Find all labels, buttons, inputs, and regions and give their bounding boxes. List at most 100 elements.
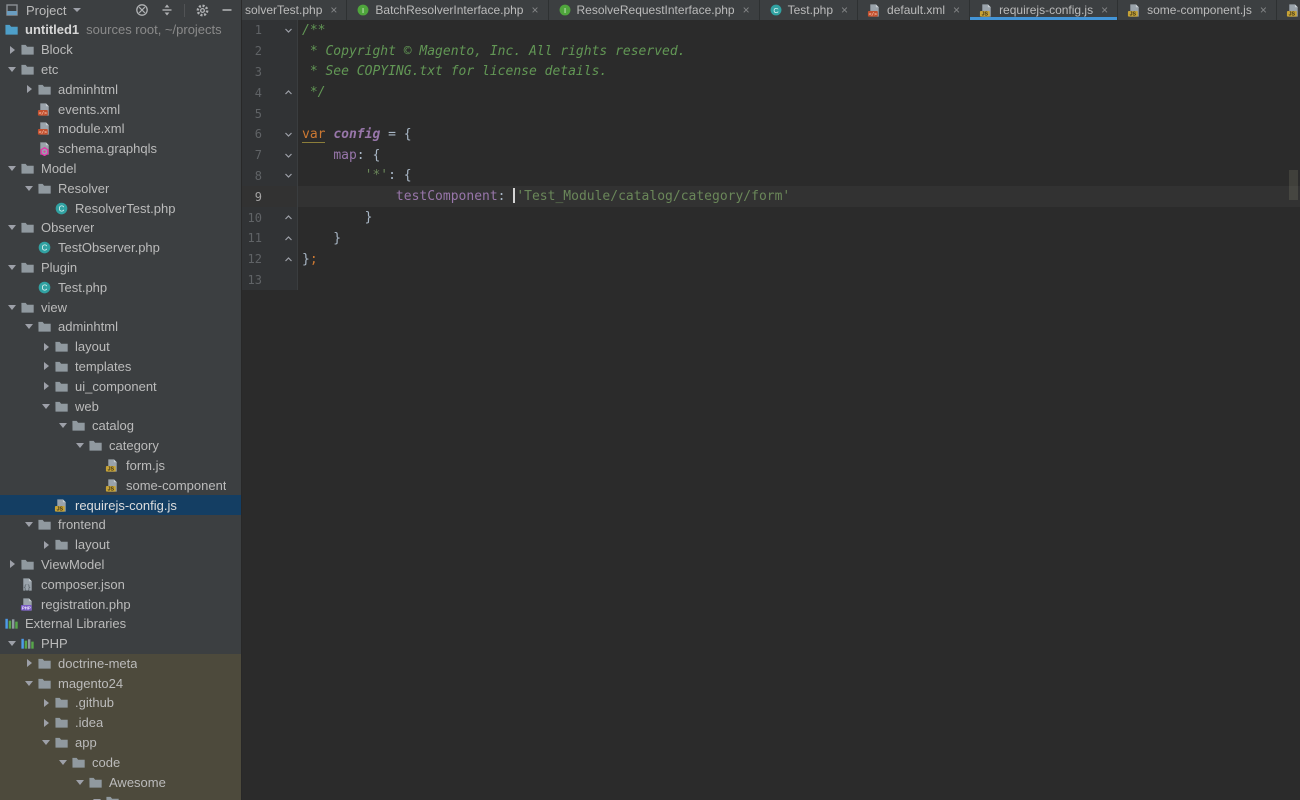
- chevron-expanded-icon[interactable]: [74, 443, 86, 448]
- code-line-10[interactable]: 10 }: [242, 207, 1300, 228]
- code-line-6[interactable]: 6var config = {: [242, 124, 1300, 145]
- tree-item-ui-component[interactable]: ui_component: [0, 376, 241, 396]
- locate-icon[interactable]: [134, 2, 150, 18]
- code-line-9[interactable]: 9 testComponent: 'Test_Module/catalog/ca…: [242, 186, 1300, 207]
- tree-item-form-js[interactable]: JSform.js: [0, 456, 241, 476]
- code-line-12[interactable]: 12};: [242, 249, 1300, 270]
- tree-item-schema-graphqls[interactable]: schema.graphqls: [0, 139, 241, 159]
- fold-close-icon[interactable]: [262, 207, 298, 228]
- tree-item-resolver[interactable]: Resolver: [0, 178, 241, 198]
- editor-tab-default-xml[interactable]: </>default.xml×: [858, 0, 970, 20]
- fold-close-icon[interactable]: [262, 249, 298, 270]
- chevron-expanded-icon[interactable]: [6, 225, 18, 230]
- chevron-expanded-icon[interactable]: [23, 522, 35, 527]
- chevron-expanded-icon[interactable]: [23, 324, 35, 329]
- project-panel-title[interactable]: Project: [26, 3, 66, 18]
- editor[interactable]: 1/**2 * Copyright © Magento, Inc. All ri…: [242, 20, 1300, 800]
- tree-item-adminhtml[interactable]: adminhtml: [0, 79, 241, 99]
- close-icon[interactable]: ×: [743, 4, 750, 16]
- code-line-1[interactable]: 1/**: [242, 20, 1300, 41]
- chevron-expanded-icon[interactable]: [6, 166, 18, 171]
- editor-tab-test-php[interactable]: CTest.php×: [760, 0, 858, 20]
- tree-item-test-php[interactable]: CTest.php: [0, 277, 241, 297]
- tree-item-view[interactable]: view: [0, 297, 241, 317]
- tree-item-composer-json[interactable]: {}composer.json: [0, 574, 241, 594]
- tree-item-code[interactable]: code: [0, 752, 241, 772]
- tree-item-viewmodel[interactable]: ViewModel: [0, 555, 241, 575]
- settings-gear-icon[interactable]: [194, 2, 210, 18]
- code-line-3[interactable]: 3 * See COPYING.txt for license details.: [242, 62, 1300, 83]
- tree-item-plugin[interactable]: Plugin: [0, 258, 241, 278]
- tree-item-block[interactable]: Block: [0, 40, 241, 60]
- code-line-2[interactable]: 2 * Copyright © Magento, Inc. All rights…: [242, 41, 1300, 62]
- code-line-5[interactable]: 5: [242, 103, 1300, 124]
- tree-item-magento24[interactable]: magento24: [0, 673, 241, 693]
- chevron-collapsed-icon[interactable]: [40, 382, 52, 390]
- chevron-collapsed-icon[interactable]: [40, 541, 52, 549]
- collapse-all-icon[interactable]: [159, 2, 175, 18]
- chevron-collapsed-icon[interactable]: [23, 659, 35, 667]
- editor-tab-some-component-js[interactable]: JSsome-component.js×: [1118, 0, 1277, 20]
- editor-tab-solvertest-php[interactable]: solverTest.php×: [242, 0, 347, 20]
- code-line-8[interactable]: 8 '*': {: [242, 166, 1300, 187]
- tree-item-layout[interactable]: layout: [0, 337, 241, 357]
- close-icon[interactable]: ×: [841, 4, 848, 16]
- chevron-expanded-icon[interactable]: [6, 305, 18, 310]
- chevron-expanded-icon[interactable]: [6, 641, 18, 646]
- chevron-expanded-icon[interactable]: [40, 404, 52, 409]
- code-line-11[interactable]: 11 }: [242, 228, 1300, 249]
- tree-item-adminhtml[interactable]: adminhtml: [0, 317, 241, 337]
- scrollbar-thumb[interactable]: [1289, 170, 1298, 200]
- code-line-13[interactable]: 13: [242, 270, 1300, 291]
- tree-item-frontend[interactable]: frontend: [0, 515, 241, 535]
- tree-item-external-libraries[interactable]: External Libraries: [0, 614, 241, 634]
- tree-item-app[interactable]: app: [0, 733, 241, 753]
- tree-item-requirejs-config-js[interactable]: JSrequirejs-config.js: [0, 495, 241, 515]
- fold-close-icon[interactable]: [262, 82, 298, 103]
- close-icon[interactable]: ×: [1101, 4, 1108, 16]
- close-icon[interactable]: ×: [953, 4, 960, 16]
- chevron-expanded-icon[interactable]: [23, 681, 35, 686]
- close-icon[interactable]: ×: [531, 4, 538, 16]
- tree-item-model[interactable]: Model: [0, 159, 241, 179]
- fold-open-icon[interactable]: [262, 145, 298, 166]
- chevron-collapsed-icon[interactable]: [40, 699, 52, 707]
- editor-tab-fo[interactable]: JSfo: [1277, 0, 1300, 20]
- editor-tab-requirejs-config-js[interactable]: JSrequirejs-config.js×: [970, 0, 1118, 20]
- tree-item-observer[interactable]: Observer: [0, 218, 241, 238]
- chevron-expanded-icon[interactable]: [57, 760, 69, 765]
- tree-item-registration-php[interactable]: PHPregistration.php: [0, 594, 241, 614]
- fold-open-icon[interactable]: [262, 20, 298, 41]
- chevron-expanded-icon[interactable]: [74, 780, 86, 785]
- chevron-down-icon[interactable]: [73, 8, 81, 12]
- tree-item-events-xml[interactable]: </>events.xml: [0, 99, 241, 119]
- chevron-expanded-icon[interactable]: [23, 186, 35, 191]
- tree-item-github[interactable]: .github: [0, 693, 241, 713]
- fold-close-icon[interactable]: [262, 228, 298, 249]
- tree-item-some-component[interactable]: JSsome-component: [0, 475, 241, 495]
- chevron-expanded-icon[interactable]: [57, 423, 69, 428]
- tree-item-web[interactable]: web: [0, 396, 241, 416]
- close-icon[interactable]: ×: [330, 4, 337, 16]
- hide-icon[interactable]: [219, 2, 235, 18]
- chevron-expanded-icon[interactable]: [6, 67, 18, 72]
- tree-item-etc[interactable]: etc: [0, 60, 241, 80]
- close-icon[interactable]: ×: [1260, 4, 1267, 16]
- fold-open-icon[interactable]: [262, 166, 298, 187]
- tree-item-layout[interactable]: layout: [0, 535, 241, 555]
- tree-item-untitled1[interactable]: untitled1sources root, ~/projects: [0, 20, 241, 40]
- tree-item-php[interactable]: PHP: [0, 634, 241, 654]
- chevron-collapsed-icon[interactable]: [23, 85, 35, 93]
- fold-open-icon[interactable]: [262, 124, 298, 145]
- chevron-collapsed-icon[interactable]: [6, 46, 18, 54]
- code-line-7[interactable]: 7 map: {: [242, 145, 1300, 166]
- tree-item-module-xml[interactable]: </>module.xml: [0, 119, 241, 139]
- tree-item-category[interactable]: category: [0, 436, 241, 456]
- code-line-4[interactable]: 4 */: [242, 82, 1300, 103]
- tree-item-testobserver-php[interactable]: CTestObserver.php: [0, 238, 241, 258]
- chevron-collapsed-icon[interactable]: [40, 719, 52, 727]
- chevron-expanded-icon[interactable]: [40, 740, 52, 745]
- editor-tab-batchresolverinterface-php[interactable]: IBatchResolverInterface.php×: [347, 0, 548, 20]
- tree-item-resolvertest-php[interactable]: CResolverTest.php: [0, 198, 241, 218]
- tree-item-templates[interactable]: templates: [0, 357, 241, 377]
